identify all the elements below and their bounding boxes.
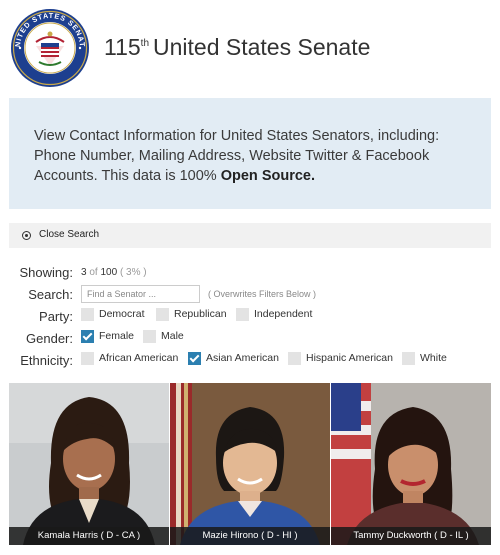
hispanic-american-checkbox[interactable] [288, 352, 301, 365]
open-source-highlight: Open Source. [220, 168, 316, 184]
african-american-checkbox[interactable] [81, 352, 94, 365]
senator-photo [9, 383, 169, 545]
search-input[interactable] [81, 285, 200, 303]
showing-row: Showing: 3 of 100 ( 3% ) [0, 263, 500, 283]
senator-card[interactable]: Mazie Hirono ( D - HI ) [170, 383, 330, 545]
male-checkbox[interactable] [143, 330, 156, 343]
radio-circle-icon [22, 231, 31, 240]
senator-results: Kamala Harris ( D - CA ) Mazie Hirono ( … [9, 383, 491, 545]
senator-card[interactable]: Kamala Harris ( D - CA ) [9, 383, 169, 545]
independent-checkbox[interactable] [236, 308, 249, 321]
senator-card[interactable]: Tammy Duckworth ( D - IL ) [331, 383, 491, 545]
page-header: UNITED STATES SENATE 115thUnited States … [0, 0, 500, 96]
close-search-button[interactable]: Close Search [9, 223, 491, 248]
senate-seal-logo: UNITED STATES SENATE [7, 1, 90, 88]
showing-label: Showing: [19, 265, 73, 280]
gender-label: Gender: [26, 331, 73, 346]
page-title: 115th United States Senate [104, 34, 371, 60]
white-checkbox[interactable] [402, 352, 415, 365]
senator-name-caption: Tammy Duckworth ( D - IL ) [331, 527, 491, 545]
party-row: Party: Democrat Republican Independent [0, 307, 500, 327]
female-checkbox[interactable] [81, 330, 94, 343]
ethnicity-row: Ethnicity: African American Asian Americ… [0, 351, 500, 371]
close-search-label: Close Search [39, 229, 100, 240]
intro-text: View Contact Information for United Stat… [34, 128, 440, 184]
senator-photo [331, 383, 491, 545]
senator-name-caption: Kamala Harris ( D - CA ) [9, 527, 169, 545]
democrat-checkbox[interactable] [81, 308, 94, 321]
gender-row: Gender: Female Male [0, 329, 500, 349]
senator-photo [170, 383, 330, 545]
search-label: Search: [28, 287, 73, 302]
senator-name-caption: Mazie Hirono ( D - HI ) [170, 527, 330, 545]
intro-panel: View Contact Information for United Stat… [9, 98, 491, 209]
showing-count: 3 of 100 ( 3% ) [81, 267, 147, 278]
asian-american-checkbox[interactable] [188, 352, 201, 365]
party-label: Party: [39, 309, 73, 324]
republican-checkbox[interactable] [156, 308, 169, 321]
search-row: Search: ( Overwrites Filters Below ) [0, 285, 500, 305]
search-note: ( Overwrites Filters Below ) [208, 289, 317, 299]
ethnicity-label: Ethnicity: [20, 353, 73, 368]
